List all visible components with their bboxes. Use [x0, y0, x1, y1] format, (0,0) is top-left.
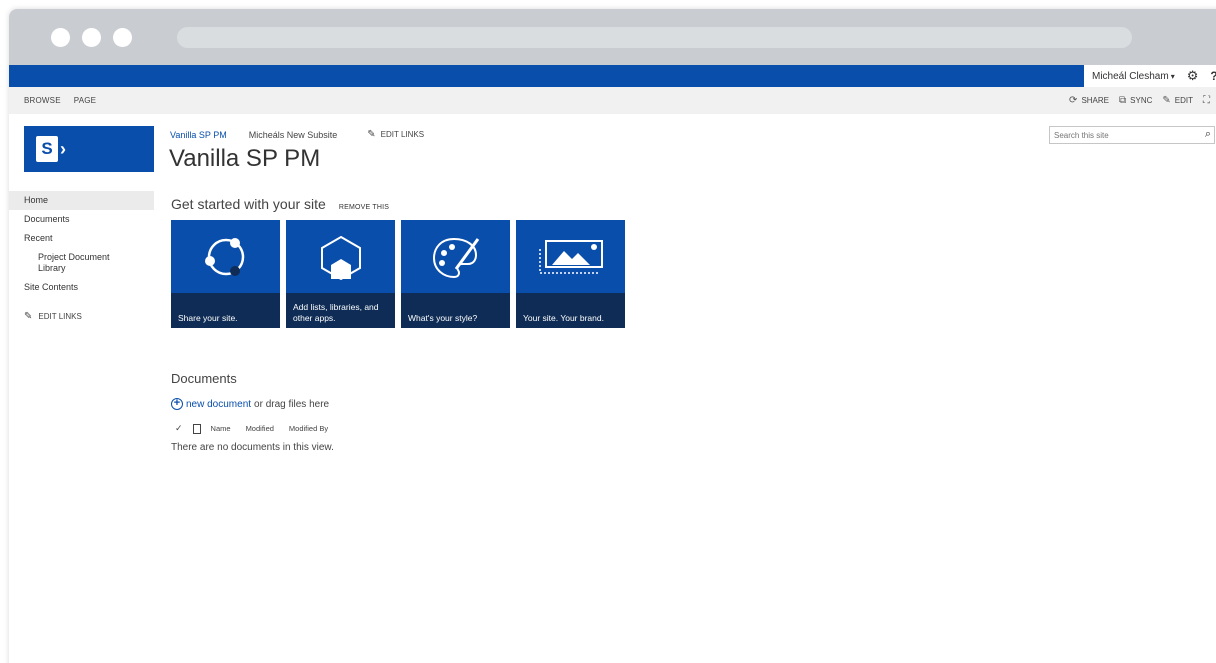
- tab-browse[interactable]: BROWSE: [24, 96, 61, 105]
- sharepoint-logo-icon: S: [36, 136, 58, 162]
- file-type-icon[interactable]: [192, 423, 201, 434]
- select-all-check-icon[interactable]: ✓: [175, 423, 183, 434]
- address-bar[interactable]: [177, 27, 1132, 48]
- edit-links-label: EDIT LINKS: [380, 130, 425, 139]
- ribbon: BROWSE PAGE ⟳ SHARE ⧉ SYNC ✎ EDIT ⛶: [9, 87, 1216, 114]
- sync-button[interactable]: ⧉ SYNC: [1119, 95, 1152, 106]
- nav-edit-links-label: EDIT LINKS: [38, 312, 82, 321]
- share-icon: ⟳: [1069, 95, 1078, 106]
- help-icon[interactable]: ?: [1210, 69, 1216, 83]
- browser-window: Micheál Clesham ▾ ⚙ ? BROWSE PAGE ⟳ SHAR…: [9, 9, 1216, 663]
- new-document-link[interactable]: new document: [186, 399, 251, 410]
- top-edit-links-button[interactable]: ✎ EDIT LINKS: [367, 129, 424, 140]
- gear-icon[interactable]: ⚙: [1187, 68, 1199, 84]
- column-name[interactable]: Name: [211, 424, 231, 433]
- tab-page[interactable]: PAGE: [74, 96, 96, 105]
- pencil-icon: ✎: [24, 311, 33, 322]
- search-icon[interactable]: ⌕: [1205, 128, 1211, 141]
- share-button[interactable]: ⟳ SHARE: [1069, 95, 1109, 106]
- add-icon[interactable]: +: [171, 398, 183, 410]
- nav-item-recent[interactable]: Recent: [9, 229, 154, 248]
- browser-titlebar: [9, 9, 1216, 65]
- search-box: ⌕: [1049, 126, 1215, 144]
- breadcrumb: Vanilla SP PM Micheáls New Subsite ✎ EDI…: [170, 129, 424, 140]
- palette-icon: [401, 220, 510, 293]
- left-navigation: Home Documents Recent Project Document L…: [9, 191, 154, 326]
- tile-caption: Add lists, libraries, and other apps.: [286, 293, 395, 328]
- search-input[interactable]: [1054, 130, 1194, 140]
- edit-button[interactable]: ✎ EDIT: [1162, 95, 1193, 106]
- drag-files-hint: or drag files here: [254, 398, 330, 410]
- column-modified[interactable]: Modified: [246, 424, 274, 433]
- user-area: Micheál Clesham ▾ ⚙ ?: [1084, 65, 1216, 87]
- get-started-tiles: Share your site. Add lists, libraries, a…: [171, 220, 631, 328]
- site-logo[interactable]: S ›: [24, 126, 154, 172]
- window-maximize-dot[interactable]: [113, 28, 132, 47]
- empty-view-message: There are no documents in this view.: [171, 442, 334, 453]
- nav-item-home[interactable]: Home: [9, 191, 154, 210]
- focus-button[interactable]: ⛶: [1203, 95, 1214, 106]
- share-icon: [171, 220, 280, 293]
- user-menu[interactable]: Micheál Clesham: [1092, 71, 1169, 82]
- nav-item-documents[interactable]: Documents: [9, 210, 154, 229]
- new-document-row: + new document or drag files here: [171, 398, 329, 410]
- tile-caption: Your site. Your brand.: [516, 293, 625, 328]
- sync-label: SYNC: [1130, 96, 1153, 105]
- tile-share-site[interactable]: Share your site.: [171, 220, 280, 328]
- sync-icon: ⧉: [1119, 95, 1127, 106]
- pencil-icon: ✎: [367, 129, 376, 140]
- sharepoint-arrow-icon: ›: [60, 138, 66, 159]
- window-close-dot[interactable]: [51, 28, 70, 47]
- tile-caption: Share your site.: [171, 293, 280, 328]
- nav-item-project-document-library[interactable]: Project Document Library: [9, 248, 154, 278]
- documents-title[interactable]: Documents: [171, 371, 237, 386]
- share-label: SHARE: [1081, 96, 1109, 105]
- ribbon-actions: ⟳ SHARE ⧉ SYNC ✎ EDIT ⛶: [1069, 87, 1216, 114]
- get-started-header: Get started with your site REMOVE THIS: [171, 196, 389, 212]
- suite-bar: Micheál Clesham ▾ ⚙ ?: [9, 65, 1216, 87]
- page-title: Vanilla SP PM: [169, 145, 321, 172]
- picture-icon: [516, 220, 625, 293]
- add-apps-icon: [286, 220, 395, 293]
- breadcrumb-subsite-link[interactable]: Micheáls New Subsite: [249, 130, 338, 140]
- tile-add-apps[interactable]: Add lists, libraries, and other apps.: [286, 220, 395, 328]
- get-started-title: Get started with your site: [171, 196, 326, 212]
- focus-icon: ⛶: [1203, 95, 1210, 106]
- nav-edit-links-button[interactable]: ✎ EDIT LINKS: [9, 307, 154, 326]
- tile-brand[interactable]: Your site. Your brand.: [516, 220, 625, 328]
- tile-caption: What's your style?: [401, 293, 510, 328]
- document-column-headers: ✓ Name Modified Modified By: [175, 423, 343, 434]
- edit-label: EDIT: [1174, 96, 1193, 105]
- remove-this-button[interactable]: REMOVE THIS: [339, 204, 389, 211]
- pencil-icon: ✎: [1162, 95, 1171, 106]
- tile-style[interactable]: What's your style?: [401, 220, 510, 328]
- nav-item-site-contents[interactable]: Site Contents: [9, 278, 154, 297]
- window-minimize-dot[interactable]: [82, 28, 101, 47]
- column-modified-by[interactable]: Modified By: [289, 424, 328, 433]
- breadcrumb-home-link[interactable]: Vanilla SP PM: [170, 130, 227, 140]
- chevron-down-icon[interactable]: ▾: [1171, 72, 1175, 81]
